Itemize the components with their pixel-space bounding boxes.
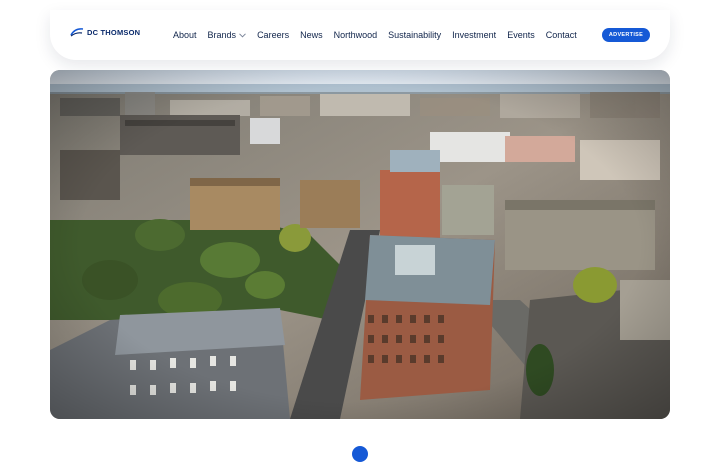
nav-item-investment[interactable]: Investment	[452, 30, 496, 40]
dc-thomson-logo[interactable]: DC THOMSON	[70, 27, 140, 37]
chevron-down-icon	[239, 32, 246, 38]
nav-item-contact[interactable]: Contact	[546, 30, 577, 40]
aerial-city-photo	[50, 70, 670, 419]
nav-item-events[interactable]: Events	[507, 30, 535, 40]
nav-item-northwood[interactable]: Northwood	[334, 30, 378, 40]
nav-item-label: Events	[507, 30, 535, 40]
nav-item-label: Sustainability	[388, 30, 442, 40]
nav-item-label: Brands	[207, 30, 237, 40]
site-header: DC THOMSON About Brands Careers News Nor…	[50, 10, 670, 60]
nav-item-brands[interactable]: Brands	[208, 30, 247, 40]
nav-item-label: Investment	[452, 30, 497, 40]
logo-text: DC THOMSON	[87, 27, 141, 37]
nav-item-label: About	[173, 30, 197, 40]
nav-item-label: Contact	[545, 30, 577, 40]
hero-aerial-image	[50, 70, 670, 419]
nav-item-sustainability[interactable]: Sustainability	[388, 30, 441, 40]
logo-swoosh-icon	[70, 28, 84, 37]
nav-item-careers[interactable]: Careers	[257, 30, 289, 40]
advertise-button[interactable]: ADVERTISE	[602, 28, 650, 42]
nav-item-label: Careers	[257, 30, 290, 40]
nav-item-label: Northwood	[333, 30, 378, 40]
main-nav: About Brands Careers News Northwood Sust…	[173, 30, 577, 40]
nav-item-about[interactable]: About	[173, 30, 197, 40]
scroll-indicator[interactable]	[352, 446, 368, 462]
nav-item-label: News	[300, 30, 323, 40]
nav-item-news[interactable]: News	[300, 30, 323, 40]
